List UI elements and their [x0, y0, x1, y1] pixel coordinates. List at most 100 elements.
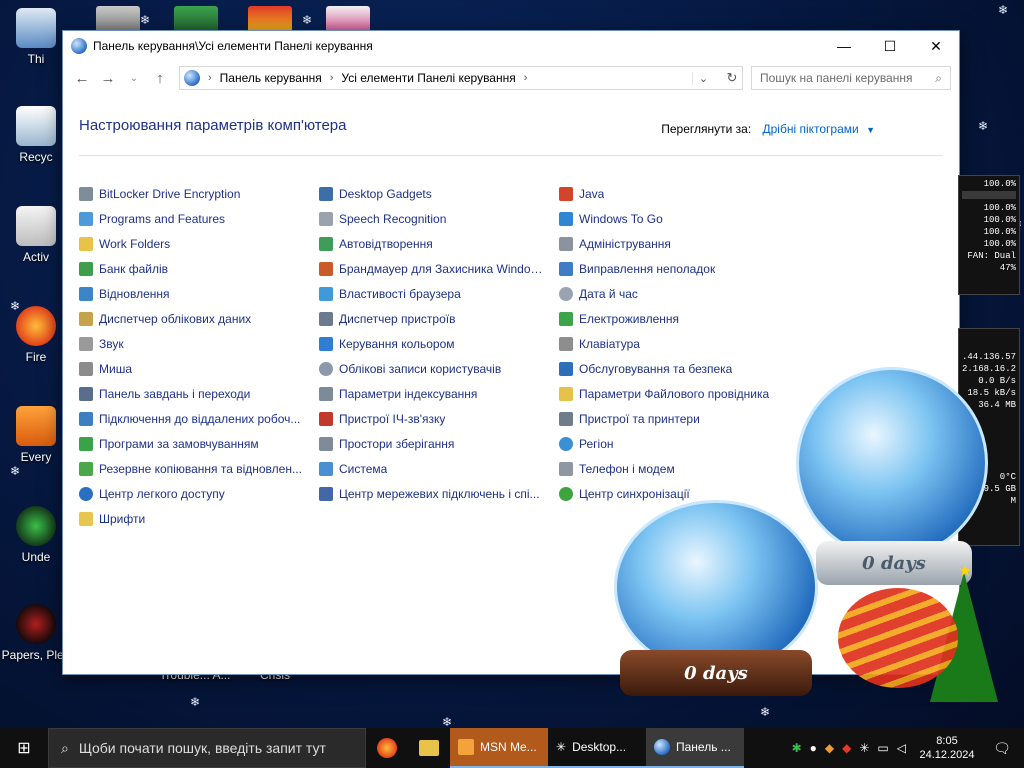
breadcrumb-control-panel[interactable]: Панель керування — [220, 71, 322, 85]
chevron-down-icon[interactable]: ▼ — [866, 125, 875, 135]
start-button[interactable]: ⊞ — [0, 728, 48, 768]
sync-icon — [559, 486, 573, 501]
back-button[interactable]: ← — [71, 70, 93, 87]
item-speech-recognition[interactable]: Speech Recognition — [319, 206, 559, 231]
item-device-manager[interactable]: Диспетчер пристроїв — [319, 306, 559, 331]
item-java[interactable]: Java — [559, 181, 799, 206]
item-storage-spaces[interactable]: Простори зберігання — [319, 431, 559, 456]
item-devices-printers[interactable]: Пристрої та принтери — [559, 406, 799, 431]
item-internet-options[interactable]: Властивості браузера — [319, 281, 559, 306]
default-programs-icon — [79, 436, 93, 451]
item-region[interactable]: Регіон — [559, 431, 799, 456]
forward-button[interactable]: → — [97, 70, 119, 87]
folder-icon — [16, 206, 56, 246]
item-keyboard[interactable]: Клавіатура — [559, 331, 799, 356]
item-sound[interactable]: Звук — [79, 331, 319, 356]
item-phone-modem[interactable]: Телефон і модем — [559, 456, 799, 481]
volume-icon[interactable]: ◁ — [897, 741, 906, 755]
item-firewall[interactable]: Брандмауер для Захисника Windows — [319, 256, 559, 281]
item-taskbar-navigation[interactable]: Панель завдань і переходи — [79, 381, 319, 406]
item-sync-center[interactable]: Центр синхронізації — [559, 481, 799, 506]
folder-icon — [419, 740, 439, 756]
item-recovery[interactable]: Відновлення — [79, 281, 319, 306]
search-input[interactable]: Пошук на панелі керування ⌕ — [751, 66, 951, 90]
breadcrumb-all-items[interactable]: Усі елементи Панелі керування — [341, 71, 515, 85]
firefox-taskbar-icon[interactable] — [366, 728, 408, 768]
tray-app-icon[interactable]: ◆ — [842, 741, 851, 755]
globe-icon — [559, 436, 573, 451]
recent-locations-button[interactable]: ⌄ — [123, 73, 145, 84]
tray-app-icon[interactable]: ◆ — [825, 741, 834, 755]
item-file-history[interactable]: Банк файлів — [79, 256, 319, 281]
address-bar[interactable]: › Панель керування › Усі елементи Панелі… — [179, 66, 743, 90]
system-tray: ✱ ● ◆ ◆ ✳ ▭ ◁ 8:05 24.12.2024 🗨 — [792, 734, 1024, 762]
item-network-sharing-center[interactable]: Центр мережевих підключень і спі... — [319, 481, 559, 506]
item-programs-features[interactable]: Programs and Features — [79, 206, 319, 231]
clock[interactable]: 8:05 24.12.2024 — [914, 734, 980, 762]
item-credential-manager[interactable]: Диспетчер облікових даних — [79, 306, 319, 331]
item-power-options[interactable]: Електроживлення — [559, 306, 799, 331]
infrared-icon — [319, 411, 333, 426]
item-remote-desktop[interactable]: Підключення до віддалених робоч... — [79, 406, 319, 431]
item-user-accounts[interactable]: Облікові записи користувачів — [319, 356, 559, 381]
network-icon[interactable]: ▭ — [877, 741, 888, 755]
minimize-button[interactable]: — — [821, 31, 867, 61]
item-work-folders[interactable]: Work Folders — [79, 231, 319, 256]
clock-date: 24.12.2024 — [919, 749, 975, 761]
item-infrared[interactable]: Пристрої ІЧ-зв'язку — [319, 406, 559, 431]
taskbar-search[interactable]: ⌕ Щоби почати пошук, введіть запит тут — [48, 728, 366, 768]
item-autoplay[interactable]: Автовідтворення — [319, 231, 559, 256]
item-backup-restore[interactable]: Резервне копіювання та відновлен... — [79, 456, 319, 481]
taskbar-app-control-panel[interactable]: Панель ... — [646, 728, 744, 768]
java-icon — [559, 186, 573, 201]
bitlocker-icon — [79, 186, 93, 201]
firefox-icon — [16, 306, 56, 346]
item-bitlocker[interactable]: BitLocker Drive Encryption — [79, 181, 319, 206]
item-troubleshooting[interactable]: Виправлення неполадок — [559, 256, 799, 281]
desktop-icon-label: Papers, Plea — [1, 648, 71, 662]
msn-icon — [458, 739, 474, 755]
view-by-dropdown[interactable]: Дрібні піктограми — [763, 122, 859, 136]
divider — [79, 155, 943, 156]
taskbar-search-placeholder: Щоби почати пошук, введіть запит тут — [78, 740, 326, 756]
address-dropdown-button[interactable]: ⌄ — [692, 71, 714, 85]
tray-drop-icon[interactable]: ● — [810, 741, 817, 755]
desktop-icon-label: Thi — [27, 52, 45, 66]
desktop-icon-label: Every — [20, 450, 52, 464]
cpu-line: 100.0% — [983, 239, 1016, 249]
taskbar-app-msn[interactable]: MSN Me... — [450, 728, 548, 768]
item-mouse[interactable]: Миша — [79, 356, 319, 381]
control-panel-icon — [654, 739, 670, 755]
item-indexing-options[interactable]: Параметри індексування — [319, 381, 559, 406]
tray-snowflake-icon[interactable]: ✳ — [859, 741, 869, 755]
cpu-monitor-gadget[interactable]: 100.0% 100.0% 100.0% 100.0% 100.0% FAN: … — [958, 175, 1020, 295]
item-fonts[interactable]: Шрифти — [79, 506, 319, 531]
desktop-icon-label: Recyc — [19, 150, 53, 164]
file-explorer-taskbar-icon[interactable] — [408, 728, 450, 768]
item-default-programs[interactable]: Програми за замовчуванням — [79, 431, 319, 456]
close-button[interactable]: ✕ — [913, 31, 959, 61]
snow-globe-base: 0 days — [620, 650, 812, 696]
taskbar: ⊞ ⌕ Щоби почати пошук, введіть запит тут… — [0, 728, 1024, 768]
item-desktop-gadgets[interactable]: Desktop Gadgets — [319, 181, 559, 206]
window-title: Панель керування\Усі елементи Панелі кер… — [93, 39, 373, 53]
notifications-icon[interactable]: 🗨 — [988, 740, 1016, 757]
item-windows-to-go[interactable]: Windows To Go — [559, 206, 799, 231]
item-date-time[interactable]: Дата й час — [559, 281, 799, 306]
item-color-management[interactable]: Керування кольором — [319, 331, 559, 356]
window-titlebar[interactable]: Панель керування\Усі елементи Панелі кер… — [63, 31, 959, 61]
system-icon — [319, 461, 333, 476]
tray-app-icon[interactable]: ✱ — [792, 741, 802, 755]
star-icon: ★ — [958, 563, 973, 580]
item-system[interactable]: Система — [319, 456, 559, 481]
refresh-button[interactable]: ↻ — [722, 70, 742, 86]
up-button[interactable]: ↑ — [149, 70, 171, 87]
view-by-control: Переглянути за: Дрібні піктограми ▼ — [661, 122, 875, 136]
firefox-icon — [377, 738, 397, 758]
item-ease-of-access[interactable]: Центр легкого доступу — [79, 481, 319, 506]
taskbar-app-desktop-gadgets[interactable]: ✳ Desktop... — [548, 728, 646, 768]
maximize-button[interactable]: ☐ — [867, 31, 913, 61]
item-security-maintenance[interactable]: Обслуговування та безпека — [559, 356, 799, 381]
item-file-explorer-options[interactable]: Параметри Файлового провідника — [559, 381, 799, 406]
item-administrative-tools[interactable]: Адміністрування — [559, 231, 799, 256]
